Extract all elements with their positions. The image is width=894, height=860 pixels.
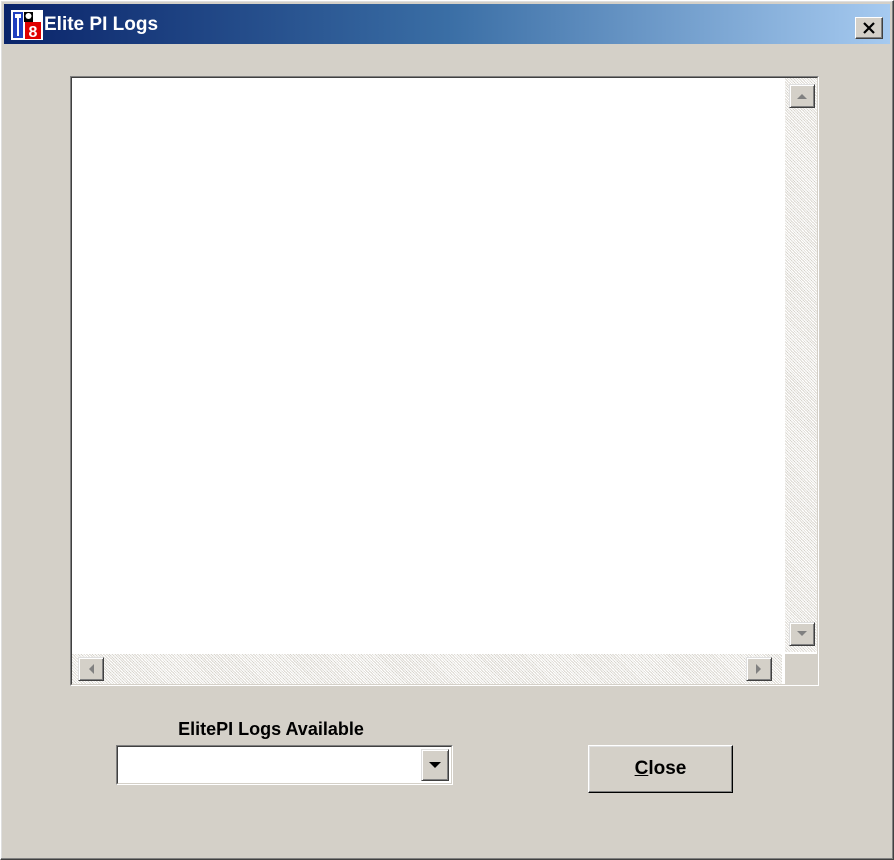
chevron-down-icon <box>429 762 441 768</box>
logs-available-dropdown[interactable] <box>116 745 453 785</box>
close-button[interactable]: Close <box>588 745 733 793</box>
log-view-frame <box>70 76 819 686</box>
close-icon <box>863 22 875 34</box>
scroll-left-button[interactable] <box>78 657 104 681</box>
close-button-label: Close <box>635 758 687 780</box>
close-button-label-rest: lose <box>648 758 687 779</box>
window-close-button[interactable] <box>855 17 883 39</box>
log-text[interactable] <box>76 82 781 654</box>
logs-dropdown-button[interactable] <box>421 749 449 781</box>
arrow-right-icon <box>756 664 761 674</box>
window-title: Elite PI Logs <box>44 14 159 35</box>
logs-dropdown-field[interactable] <box>117 746 452 784</box>
arrow-down-icon <box>797 631 807 636</box>
scroll-right-button[interactable] <box>746 657 772 681</box>
horizontal-scrollbar[interactable] <box>72 654 782 684</box>
title-bar[interactable]: 8 Elite PI Logs <box>4 4 890 44</box>
arrow-left-icon <box>89 664 94 674</box>
scroll-down-button[interactable] <box>789 622 815 646</box>
scroll-up-button[interactable] <box>789 84 815 108</box>
app-logo-icon: 8 <box>11 10 43 40</box>
vertical-scrollbar[interactable] <box>785 78 817 652</box>
logs-available-label: ElitePI Logs Available <box>178 719 364 739</box>
elite-pi-logs-window: 8 Elite PI Logs ElitePI Logs Available C… <box>0 0 894 860</box>
log-view[interactable] <box>71 77 818 685</box>
svg-text:8: 8 <box>29 24 38 40</box>
scrollbar-corner <box>785 654 817 684</box>
close-button-mnemonic: C <box>634 758 649 779</box>
arrow-up-icon <box>797 94 807 99</box>
